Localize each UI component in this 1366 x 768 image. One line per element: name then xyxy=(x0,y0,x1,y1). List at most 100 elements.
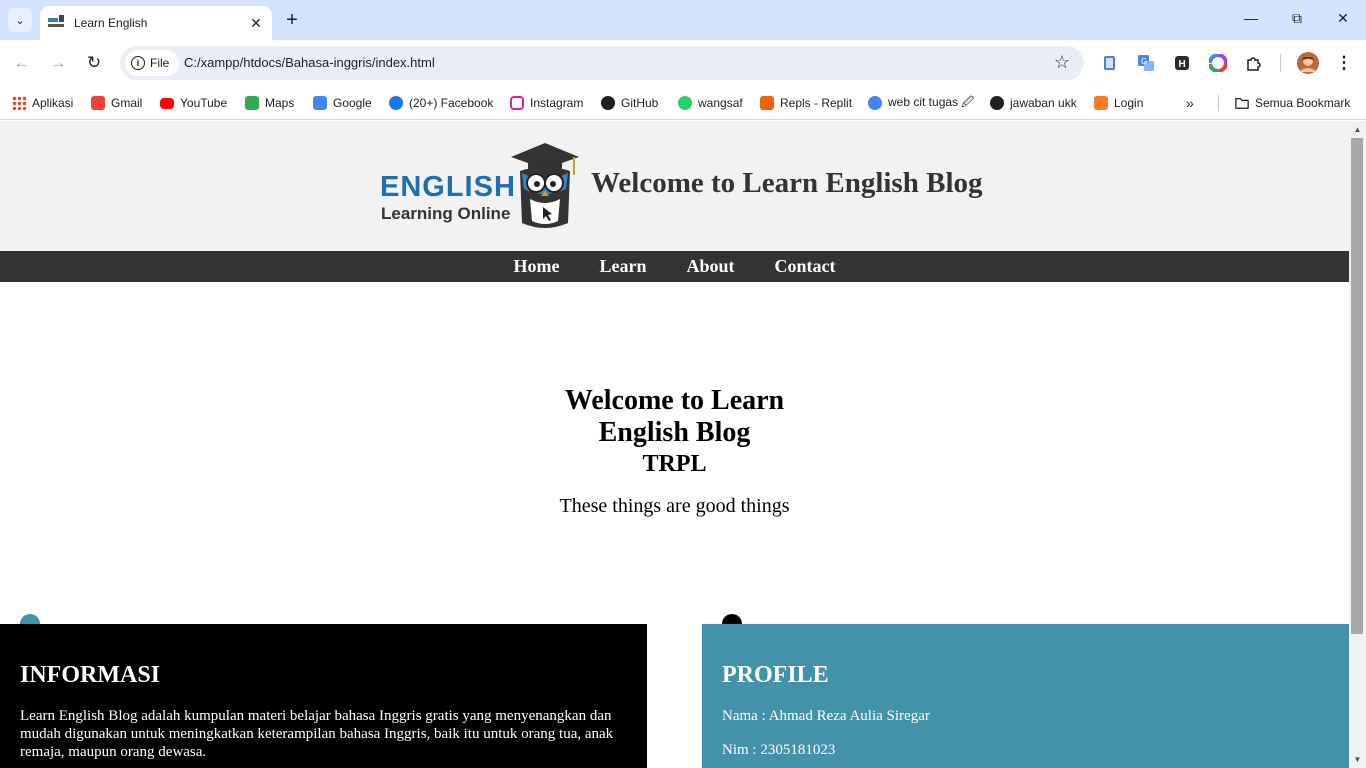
site-header: ENGLISH Learning Online Welcome to Learn… xyxy=(0,121,1349,251)
address-bar[interactable]: i File C:/xampp/htdocs/Bahasa-inggris/in… xyxy=(120,46,1084,80)
bookmark-label: Gmail xyxy=(111,96,143,110)
bookmark-label: GitHub xyxy=(621,96,659,110)
logo-subtext: Learning Online xyxy=(381,204,511,223)
svg-text:H: H xyxy=(1179,59,1186,70)
page-scrollbar[interactable]: ▲ ▼ xyxy=(1349,121,1366,768)
maps-pin-icon xyxy=(245,96,259,110)
hero-text: These things are good things xyxy=(559,495,790,517)
github-icon xyxy=(601,96,615,110)
whatsapp-icon xyxy=(678,96,692,110)
hero-title: Welcome to Learn English Blog xyxy=(564,385,785,448)
page-viewport: ENGLISH Learning Online Welcome to Learn… xyxy=(0,121,1349,768)
svg-text:G: G xyxy=(1141,57,1147,66)
extensions-puzzle-icon[interactable] xyxy=(1245,54,1263,72)
window-close-icon[interactable]: ✕ xyxy=(1333,10,1353,27)
bookmark-item[interactable]: web cit tugas 🖉 xyxy=(868,93,974,113)
bookmarks-overflow-icon[interactable]: » xyxy=(1186,93,1194,113)
gmail-icon xyxy=(91,96,105,110)
new-tab-button[interactable]: + xyxy=(282,9,302,31)
profile-name: Nama : Ahmad Reza Aulia Siregar xyxy=(722,708,930,724)
minimize-icon[interactable]: — xyxy=(1241,10,1261,26)
translate-icon[interactable]: G xyxy=(1137,54,1155,72)
bookmark-label: wangsaf xyxy=(698,96,743,110)
github-icon xyxy=(990,96,1004,110)
url-text[interactable]: C:/xampp/htdocs/Bahasa-inggris/index.htm… xyxy=(184,55,435,70)
facebook-icon xyxy=(389,96,403,110)
profile-title: PROFILE xyxy=(722,662,829,688)
color-wheel-icon[interactable] xyxy=(1209,54,1227,72)
bookmark-label: (20+) Facebook xyxy=(409,96,494,110)
bookmark-star-icon[interactable]: ☆ xyxy=(1054,52,1070,73)
informasi-card: INFORMASI Learn English Blog adalah kump… xyxy=(0,624,647,768)
bookmark-label: YouTube xyxy=(180,96,228,110)
bookmark-item[interactable]: YouTube xyxy=(160,93,227,113)
site-favicon-icon xyxy=(48,15,64,31)
nav-learn[interactable]: Learn xyxy=(599,256,646,277)
reload-icon[interactable]: ↻ xyxy=(83,52,105,74)
bookmark-item[interactable]: Login xyxy=(1094,93,1143,113)
profile-card: PROFILE Nama : Ahmad Reza Aulia Siregar … xyxy=(702,624,1349,768)
bookmark-label: Login xyxy=(1114,96,1144,110)
site-chip-label: File xyxy=(150,56,170,70)
profile-avatar[interactable] xyxy=(1297,52,1319,74)
tab-strip: ⌄ Learn English ✕ + — ⧉ ✕ xyxy=(0,0,1366,40)
all-bookmarks-label: Semua Bookmark xyxy=(1255,96,1351,110)
informasi-title: INFORMASI xyxy=(20,662,161,688)
bookmark-item[interactable]: Google xyxy=(313,93,372,113)
folder-icon xyxy=(1235,98,1249,109)
tab-search-button[interactable]: ⌄ xyxy=(8,8,32,32)
close-icon[interactable]: ✕ xyxy=(248,15,264,32)
bookmark-label: jawaban ukk xyxy=(1010,96,1077,110)
bookmark-item[interactable]: (20+) Facebook xyxy=(389,93,493,113)
apps-grid-icon xyxy=(12,96,26,110)
scroll-thumb[interactable] xyxy=(1351,138,1363,634)
chevron-down-icon: ⌄ xyxy=(15,14,25,27)
bookmark-label: Aplikasi xyxy=(32,96,74,110)
bookmark-item[interactable]: Gmail xyxy=(91,93,142,113)
bookmark-item[interactable]: Instagram xyxy=(510,93,583,113)
google-icon xyxy=(313,96,327,110)
info-icon: i xyxy=(131,56,145,70)
english-learning-logo[interactable]: ENGLISH Learning Online xyxy=(380,141,580,233)
profile-nim: Nim : 2305181023 xyxy=(722,742,836,758)
forward-arrow-icon[interactable]: → xyxy=(47,52,69,74)
bookmark-label: Google xyxy=(333,96,372,110)
scroll-down-arrow-icon[interactable]: ▼ xyxy=(1349,751,1366,768)
bookmark-label: web cit tugas 🖉 xyxy=(888,94,975,109)
restore-icon[interactable]: ⧉ xyxy=(1287,10,1307,27)
browser-tab[interactable]: Learn English ✕ xyxy=(40,6,272,40)
nav-contact[interactable]: Contact xyxy=(775,256,836,277)
all-bookmarks-button[interactable]: Semua Bookmark xyxy=(1235,93,1350,113)
site-info-chip[interactable]: i File xyxy=(125,50,180,76)
chrome-icon xyxy=(868,96,882,110)
owl-graduate-icon xyxy=(511,143,579,228)
logo-text: ENGLISH xyxy=(380,171,516,203)
bookmark-item[interactable]: GitHub xyxy=(601,93,658,113)
bookmarks-divider xyxy=(1218,95,1219,111)
xampp-icon xyxy=(1094,96,1108,110)
hero-section: Welcome to Learn English Blog TRPL These… xyxy=(0,385,1349,518)
bookmark-item[interactable]: Repls - Replit xyxy=(760,93,852,113)
bookmark-item[interactable]: Aplikasi xyxy=(12,93,73,113)
youtube-icon xyxy=(160,97,174,109)
back-arrow-icon[interactable]: ← xyxy=(11,52,33,74)
bookmark-item[interactable]: jawaban ukk xyxy=(990,93,1077,113)
hero-subtitle: TRPL xyxy=(642,451,707,477)
bookmarks-bar: Aplikasi Gmail YouTube Maps Google (20+) Face… xyxy=(0,86,1366,120)
bookmark-label: Repls - Replit xyxy=(780,96,853,110)
scroll-up-arrow-icon[interactable]: ▲ xyxy=(1349,121,1366,138)
tab-title: Learn English xyxy=(74,16,148,30)
bookmark-item[interactable]: Maps xyxy=(245,93,294,113)
replit-icon xyxy=(760,96,774,110)
browser-toolbar: ← → ↻ i File C:/xampp/htdocs/Bahasa-ingg… xyxy=(0,40,1366,86)
bookmark-label: Maps xyxy=(265,96,295,110)
nav-about[interactable]: About xyxy=(686,256,734,277)
instagram-icon xyxy=(510,96,524,110)
site-header-title: Welcome to Learn English Blog xyxy=(591,167,983,199)
h-extension-icon[interactable]: H xyxy=(1173,54,1191,72)
bookmark-item[interactable]: wangsaf xyxy=(678,93,743,113)
reading-mode-icon[interactable] xyxy=(1101,54,1119,72)
menu-kebab-icon[interactable]: ⋮ xyxy=(1333,52,1355,74)
informasi-text: Learn English Blog adalah kumpulan mater… xyxy=(20,708,614,760)
nav-home[interactable]: Home xyxy=(514,256,560,277)
